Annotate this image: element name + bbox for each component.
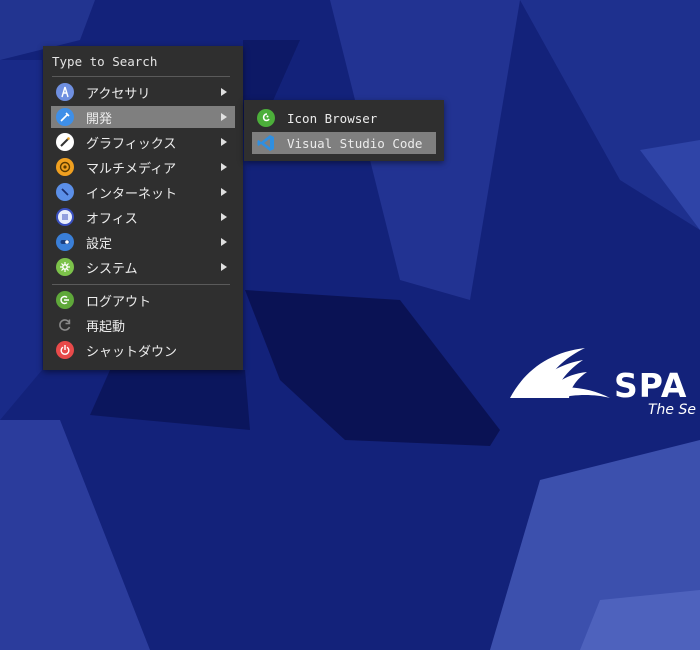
- menu-item-development[interactable]: 開発: [51, 106, 235, 128]
- menu-item-label: シャットダウン: [86, 344, 178, 360]
- menu-item-multimedia[interactable]: マルチメディア: [51, 156, 235, 178]
- submenu-arrow-icon: [221, 263, 227, 271]
- distro-logo-text: SPA: [614, 366, 688, 405]
- graphics-icon: [56, 133, 74, 151]
- search-prompt[interactable]: Type to Search: [52, 54, 157, 69]
- menu-item-label: 再起動: [86, 319, 126, 335]
- menu-item-label: アクセサリ: [86, 86, 151, 102]
- menu-item-restart[interactable]: 再起動: [51, 314, 235, 336]
- vscode-icon: [257, 134, 275, 152]
- submenu-arrow-icon: [221, 113, 227, 121]
- menu-item-label: 設定: [86, 236, 113, 252]
- system-icon: [56, 258, 74, 276]
- menu-item-label: Icon Browser: [287, 110, 378, 126]
- logout-icon: [56, 291, 74, 309]
- menu-item-label: Visual Studio Code: [287, 135, 423, 151]
- application-menu: Type to Search アクセサリ 開発 グラフィックス マルチメディア …: [43, 46, 243, 370]
- desktop: SPA The Se Type to Search アクセサリ 開発 グラフィッ…: [0, 0, 700, 650]
- menu-item-label: マルチメディア: [86, 161, 177, 177]
- internet-icon: [56, 183, 74, 201]
- distro-tagline: The Se: [648, 402, 696, 418]
- development-submenu: Icon Browser Visual Studio Code: [244, 100, 444, 161]
- menu-item-settings[interactable]: 設定: [51, 231, 235, 253]
- menu-separator: [52, 76, 230, 77]
- multimedia-icon: [56, 158, 74, 176]
- restart-icon: [56, 316, 74, 334]
- menu-item-label: ログアウト: [86, 294, 152, 310]
- menu-item-shutdown[interactable]: シャットダウン: [51, 339, 235, 361]
- submenu-arrow-icon: [221, 238, 227, 246]
- menu-item-label: インターネット: [86, 186, 178, 202]
- menu-item-graphics[interactable]: グラフィックス: [51, 131, 235, 153]
- accessories-icon: [56, 83, 74, 101]
- submenu-arrow-icon: [221, 163, 227, 171]
- menu-item-system[interactable]: システム: [51, 256, 235, 278]
- office-icon: [56, 208, 74, 226]
- menu-item-label: グラフィックス: [86, 136, 177, 152]
- submenu-arrow-icon: [221, 138, 227, 146]
- menu-item-logout[interactable]: ログアウト: [51, 289, 235, 311]
- menu-item-office[interactable]: オフィス: [51, 206, 235, 228]
- submenu-arrow-icon: [221, 213, 227, 221]
- menu-item-vscode[interactable]: Visual Studio Code: [252, 132, 436, 154]
- menu-item-label: システム: [86, 261, 138, 277]
- submenu-arrow-icon: [221, 88, 227, 96]
- shutdown-icon: [56, 341, 74, 359]
- menu-item-accessories[interactable]: アクセサリ: [51, 81, 235, 103]
- menu-item-label: 開発: [86, 111, 113, 127]
- menu-item-icon-browser[interactable]: Icon Browser: [252, 107, 436, 129]
- settings-icon: [56, 233, 74, 251]
- submenu-arrow-icon: [221, 188, 227, 196]
- menu-item-label: オフィス: [86, 211, 138, 227]
- menu-separator: [52, 284, 230, 285]
- menu-item-internet[interactable]: インターネット: [51, 181, 235, 203]
- icon-browser-icon: [257, 109, 275, 127]
- development-icon: [56, 108, 74, 126]
